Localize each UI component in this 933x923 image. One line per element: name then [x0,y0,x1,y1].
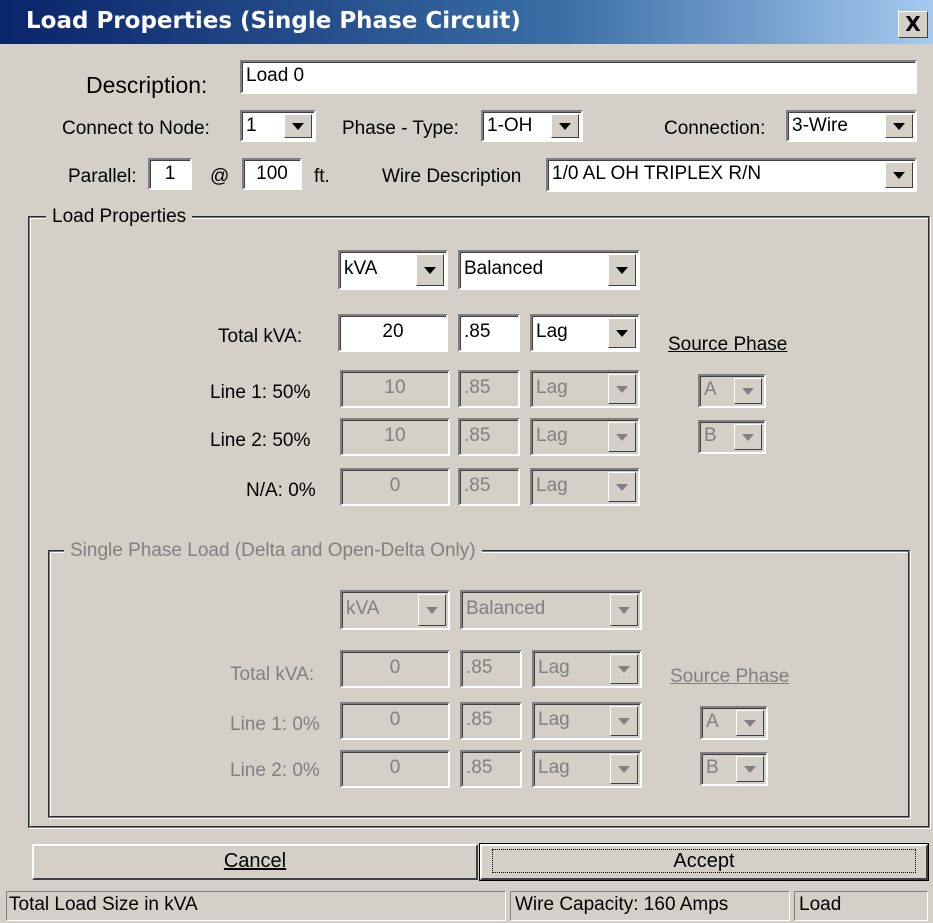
total-lag-combo[interactable]: Lag [530,314,640,352]
line1-phase-combo[interactable]: A [698,374,766,408]
chevron-down-icon[interactable] [608,254,636,286]
sp-line2-lag-combo[interactable]: Lag [532,750,642,788]
unit-combo[interactable]: kVA [338,250,448,290]
length-unit-label: ft. [314,166,330,187]
neutral-lag-combo[interactable]: Lag [530,468,640,506]
line2-lag-combo[interactable]: Lag [530,418,640,456]
sp-total-lag-combo[interactable]: Lag [532,650,642,688]
sp-total-kva-input[interactable]: 0 [340,650,450,688]
chevron-down-icon[interactable] [284,114,312,138]
phase-type-combo[interactable]: 1-OH [481,110,583,142]
chevron-down-icon[interactable] [608,472,636,502]
total-kva-label: Total kVA: [218,326,303,347]
line2-label: Line 2: 50% [210,430,311,451]
status-hint: Total Load Size in kVA [6,891,506,921]
neutral-label: N/A: 0% [246,480,316,501]
sp-total-kva-label: Total kVA: [230,664,315,685]
connection-combo[interactable]: 3-Wire [786,110,917,142]
chevron-down-icon[interactable] [416,254,444,286]
wire-description-label: Wire Description [382,166,522,187]
status-wire-capacity: Wire Capacity: 160 Amps [510,891,790,921]
chevron-down-icon[interactable] [418,594,446,626]
close-button[interactable]: X [898,11,928,38]
connection-label: Connection: [664,118,766,139]
sp-line1-lag-combo[interactable]: Lag [532,702,642,740]
phase-type-label: Phase - Type: [342,118,459,139]
sp-line2-kva-input[interactable]: 0 [340,750,450,788]
chevron-down-icon[interactable] [608,374,636,404]
chevron-down-icon[interactable] [734,378,762,404]
sp-total-pf-input[interactable]: .85 [460,650,522,688]
length-input[interactable]: 100 [242,158,302,190]
chevron-down-icon[interactable] [736,710,764,736]
parallel-input[interactable]: 1 [148,158,192,190]
neutral-kva-input[interactable]: 0 [340,468,450,506]
chevron-down-icon[interactable] [885,114,913,138]
sp-line1-label: Line 1: 0% [230,714,320,735]
sp-source-phase-label: Source Phase [670,666,790,687]
parallel-label: Parallel: [68,166,137,187]
source-phase-label: Source Phase [668,334,788,355]
chevron-down-icon[interactable] [610,654,638,684]
chevron-down-icon[interactable] [608,422,636,452]
sp-line1-phase-combo[interactable]: A [700,706,768,740]
line2-kva-input[interactable]: 10 [340,418,450,456]
connect-node-combo[interactable]: 1 [240,110,316,142]
chevron-down-icon[interactable] [734,424,762,450]
chevron-down-icon[interactable] [608,318,636,348]
chevron-down-icon[interactable] [610,754,638,784]
accept-button[interactable]: Accept [479,843,929,881]
status-mode: Load [794,891,928,921]
total-kva-input[interactable]: 20 [338,314,448,352]
sp-line2-pf-input[interactable]: .85 [460,750,522,788]
sp-line1-kva-input[interactable]: 0 [340,702,450,740]
window-title: Load Properties (Single Phase Circuit) [26,8,521,34]
sp-line2-label: Line 2: 0% [230,760,320,781]
line1-kva-input[interactable]: 10 [340,370,450,408]
chevron-down-icon[interactable] [885,162,913,188]
cancel-button[interactable]: Cancel [32,844,478,880]
chevron-down-icon[interactable] [610,594,638,626]
sp-balance-mode-combo[interactable]: Balanced [460,590,642,630]
sp-line2-phase-combo[interactable]: B [700,752,768,786]
neutral-pf-input[interactable]: .85 [458,468,520,506]
sp-line1-pf-input[interactable]: .85 [460,702,522,740]
line1-lag-combo[interactable]: Lag [530,370,640,408]
connect-node-label: Connect to Node: [62,118,210,139]
description-input[interactable]: Load 0 [240,60,917,94]
line2-phase-combo[interactable]: B [698,420,766,454]
chevron-down-icon[interactable] [610,706,638,736]
at-label: @ [210,166,230,187]
chevron-down-icon[interactable] [736,756,764,782]
line1-pf-input[interactable]: .85 [458,370,520,408]
chevron-down-icon[interactable] [551,114,579,138]
description-label: Description: [86,72,208,98]
wire-description-combo[interactable]: 1/0 AL OH TRIPLEX R/N [546,158,917,192]
sp-unit-combo[interactable]: kVA [340,590,450,630]
line1-label: Line 1: 50% [210,382,311,403]
balance-mode-combo[interactable]: Balanced [458,250,640,290]
single-phase-title: Single Phase Load (Delta and Open-Delta … [64,540,482,562]
load-properties-title: Load Properties [46,206,193,228]
total-pf-input[interactable]: .85 [458,314,520,352]
line2-pf-input[interactable]: .85 [458,418,520,456]
